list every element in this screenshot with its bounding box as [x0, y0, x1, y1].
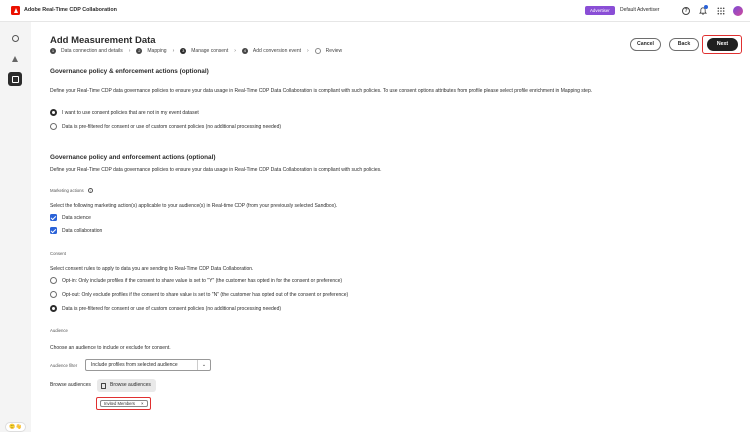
marketing-action-data-science[interactable]: Data science [50, 214, 91, 221]
radio-button[interactable] [50, 277, 57, 284]
step-5-circle [314, 48, 321, 54]
option-label: I want to use consent policies that are … [62, 109, 199, 116]
option-label: Opt-out: Only exclude profiles if the co… [62, 291, 349, 298]
adobe-logo-icon[interactable] [11, 6, 20, 15]
marketing-actions-text: Select the following marketing action(s)… [50, 203, 338, 209]
section1-option-1[interactable]: I want to use consent policies that are … [50, 109, 199, 116]
section1-option-2[interactable]: Data is pre-filtered for consent or use … [50, 123, 281, 130]
radio-button[interactable] [50, 305, 57, 312]
audience-filter-value: Include profiles from selected audience [91, 362, 178, 368]
step-5-label: Review [325, 48, 343, 54]
role-badge[interactable]: Advertiser [585, 6, 615, 15]
chevron-down-icon[interactable]: ⌄ [197, 360, 210, 370]
radio-button[interactable] [50, 291, 57, 298]
back-button[interactable]: Back [669, 38, 699, 51]
section1-heading: Governance policy & enforcement actions … [50, 68, 209, 75]
marketing-actions-label: Marketing actions i [50, 188, 93, 194]
rail-bell-icon[interactable] [8, 52, 22, 66]
browse-audiences-label: Browse audiences [50, 382, 91, 388]
section2-description: Define your Real-Time CDP data governanc… [50, 167, 382, 173]
notification-badge [704, 5, 708, 9]
chevron-right-icon: › [172, 48, 175, 54]
consent-text: Select consent rules to apply to data yo… [50, 266, 254, 272]
checkbox-label: Data science [62, 214, 91, 221]
tag-label: Invited Members [104, 400, 135, 406]
audience-text: Choose an audience to include or exclude… [50, 345, 171, 351]
rail-clock-icon[interactable] [8, 31, 22, 45]
audience-filter-label: Audience filter [50, 363, 78, 368]
user-name[interactable]: Default Advertiser [620, 7, 659, 13]
step-2-label: Mapping [147, 48, 167, 54]
consent-option-opt-in[interactable]: Opt-in: Only include profiles if the con… [50, 277, 342, 284]
option-label: Opt-in: Only include profiles if the con… [62, 277, 343, 284]
document-icon [101, 382, 106, 389]
page-title: Add Measurement Data [50, 35, 156, 46]
step-4-number: 4 [241, 48, 248, 54]
user-avatar[interactable] [733, 6, 743, 16]
checkbox[interactable] [50, 227, 57, 234]
chevron-right-icon: › [234, 48, 236, 54]
section1-description: Define your Real-Time CDP data governanc… [50, 88, 593, 94]
browse-audiences-button[interactable]: Browse audiences [97, 379, 156, 392]
close-icon[interactable]: × [141, 401, 144, 407]
selected-audience-tag[interactable]: Invited Members × [100, 400, 148, 407]
chevron-right-icon: › [307, 48, 309, 54]
main-content: Add Measurement Data 1 Data connection a… [31, 22, 750, 432]
notifications-bell-icon[interactable] [698, 5, 708, 16]
help-icon[interactable]: ? [681, 6, 691, 16]
browse-button-label: Browse audiences [110, 382, 151, 388]
option-label: Data is pre-filtered for consent or use … [62, 305, 282, 312]
left-rail: 🙂👋 » [0, 22, 31, 432]
radio-button[interactable] [50, 123, 57, 130]
section2-heading: Governance policy and enforcement action… [50, 154, 216, 161]
next-button[interactable]: Next [707, 38, 738, 51]
step-3-label: Manage consent [191, 48, 229, 54]
cancel-button[interactable]: Cancel [630, 38, 661, 51]
checkbox-label: Data collaboration [62, 227, 103, 234]
audience-label: Audience [50, 328, 68, 333]
app-switcher-grid-icon[interactable] [716, 6, 726, 16]
top-bar: Adobe Real-Time CDP Collaboration Advert… [0, 0, 750, 22]
step-2-number: 2 [136, 48, 143, 54]
feedback-pill[interactable]: 🙂👋 [5, 422, 26, 432]
checkbox[interactable] [50, 214, 57, 221]
step-4-label: Add conversion event [252, 48, 301, 54]
consent-option-opt-out[interactable]: Opt-out: Only exclude profiles if the co… [50, 291, 348, 298]
info-icon[interactable]: i [87, 188, 93, 194]
step-3-number: 3 [180, 48, 187, 54]
rail-data-icon[interactable] [8, 72, 22, 86]
step-1-label: Data connection and details [61, 48, 123, 54]
marketing-actions-label-text: Marketing actions [50, 188, 84, 193]
option-label: Data is pre-filtered for consent or use … [62, 123, 282, 130]
consent-option-pre-filtered[interactable]: Data is pre-filtered for consent or use … [50, 305, 281, 312]
chevron-right-icon: › [128, 48, 131, 54]
consent-label: Consent [50, 251, 67, 256]
step-1-number: 1 [50, 48, 56, 54]
radio-button[interactable] [50, 109, 57, 116]
marketing-action-data-collaboration[interactable]: Data collaboration [50, 227, 102, 234]
audience-filter-select[interactable]: Include profiles from selected audience … [85, 359, 211, 371]
app-title: Adobe Real-Time CDP Collaboration [24, 7, 117, 13]
wizard-steps: 1 Data connection and details › 2 Mappin… [50, 48, 342, 54]
